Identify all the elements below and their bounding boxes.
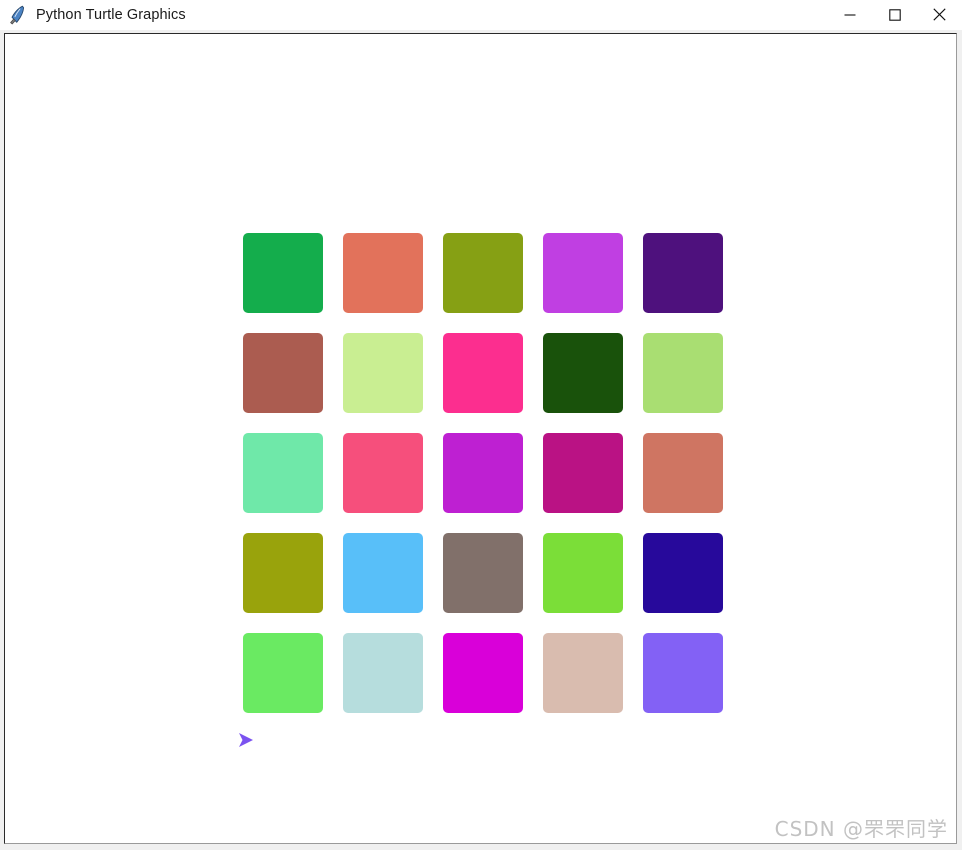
- color-square-r3-c3: [443, 433, 523, 513]
- color-square-r3-c1: [243, 433, 323, 513]
- color-square-r2-c5: [643, 333, 723, 413]
- client-area: CSDN @罘罘同学: [0, 30, 962, 850]
- color-square-r2-c4: [543, 333, 623, 413]
- color-square-grid: [243, 233, 723, 713]
- color-square-r1-c1: [243, 233, 323, 313]
- color-square-r5-c4: [543, 633, 623, 713]
- turtle-graphics-window: Python Turtle Graphics CSDN @罘罘同学: [0, 0, 962, 850]
- color-square-r1-c4: [543, 233, 623, 313]
- color-square-r4-c3: [443, 533, 523, 613]
- color-square-r3-c4: [543, 433, 623, 513]
- color-square-r2-c1: [243, 333, 323, 413]
- color-square-r4-c5: [643, 533, 723, 613]
- color-square-r1-c3: [443, 233, 523, 313]
- minimize-button[interactable]: [827, 0, 872, 30]
- color-square-r5-c3: [443, 633, 523, 713]
- color-square-r4-c1: [243, 533, 323, 613]
- python-feather-icon: [10, 5, 25, 24]
- window-controls: [827, 0, 962, 30]
- turtle-arrow-cursor: [239, 733, 253, 747]
- turtle-canvas[interactable]: [4, 33, 957, 844]
- close-button[interactable]: [917, 0, 962, 30]
- color-square-r1-c5: [643, 233, 723, 313]
- close-icon: [933, 8, 946, 21]
- maximize-button[interactable]: [872, 0, 917, 30]
- color-square-r2-c2: [343, 333, 423, 413]
- maximize-icon: [888, 8, 901, 21]
- color-square-r3-c5: [643, 433, 723, 513]
- color-square-r4-c2: [343, 533, 423, 613]
- color-square-r4-c4: [543, 533, 623, 613]
- window-title: Python Turtle Graphics: [36, 6, 186, 23]
- color-square-r1-c2: [343, 233, 423, 313]
- color-square-r2-c3: [443, 333, 523, 413]
- color-square-r3-c2: [343, 433, 423, 513]
- color-square-r5-c5: [643, 633, 723, 713]
- title-bar[interactable]: Python Turtle Graphics: [0, 0, 962, 30]
- color-square-r5-c2: [343, 633, 423, 713]
- color-square-r5-c1: [243, 633, 323, 713]
- minimize-icon: [844, 13, 855, 16]
